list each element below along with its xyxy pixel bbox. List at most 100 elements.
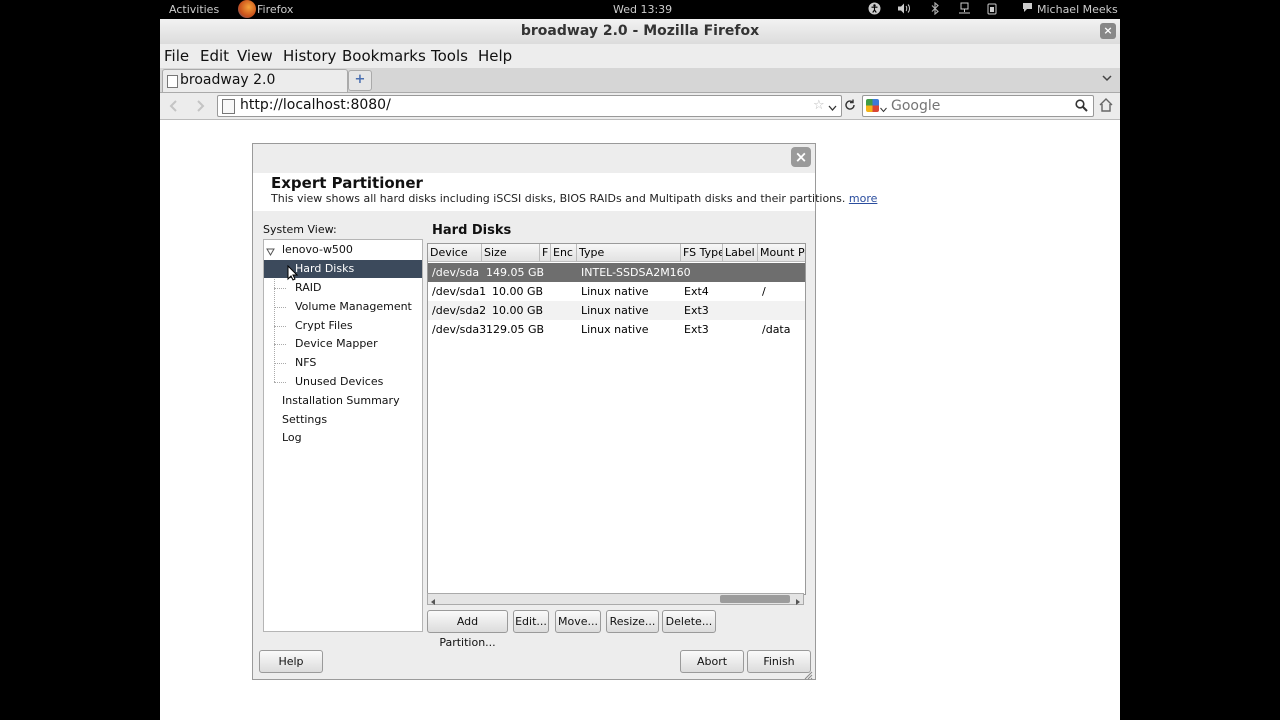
scrollbar-thumb[interactable] — [720, 595, 790, 603]
dialog-header: Expert Partitioner This view shows all h… — [253, 173, 877, 211]
cell-size: 129.05 GB — [486, 323, 545, 336]
partition-table[interactable]: Device Size F Enc Type FS Type Label Mou… — [427, 243, 806, 595]
search-input[interactable] — [889, 97, 1073, 115]
navigation-toolbar: http://localhost:8080/ ☆ — [160, 93, 1120, 120]
cell-size: 149.05 GB — [486, 266, 545, 279]
more-link[interactable]: more — [849, 192, 878, 205]
tree-item-log[interactable]: Log — [282, 431, 302, 444]
bookmark-star-icon[interactable]: ☆ — [813, 98, 825, 113]
table-row[interactable]: /dev/sda 149.05 GB INTEL-SSDSA2M160 — [428, 263, 805, 282]
section-title: Hard Disks — [432, 223, 512, 238]
add-partition-button[interactable]: Add Partition... — [427, 610, 508, 649]
clock[interactable]: Wed 13:39 — [613, 3, 672, 16]
window-titlebar[interactable]: broadway 2.0 - Mozilla Firefox × — [160, 19, 1120, 44]
accessibility-icon[interactable] — [868, 2, 881, 18]
menu-view[interactable]: View — [237, 47, 273, 65]
menu-file[interactable]: File — [164, 47, 189, 65]
tree-item-device-mapper[interactable]: Device Mapper — [295, 337, 378, 350]
table-row[interactable]: /dev/sda3 129.05 GB Linux native Ext3 /d… — [428, 320, 805, 339]
delete-button[interactable]: Delete... — [662, 610, 716, 633]
tree-item-raid[interactable]: RAID — [295, 281, 321, 294]
bluetooth-icon[interactable] — [930, 1, 940, 18]
tree-item-unused-devices[interactable]: Unused Devices — [295, 375, 383, 388]
column-header-mount-point[interactable]: Mount Po — [758, 244, 805, 262]
scroll-right-icon[interactable] — [794, 595, 802, 610]
edit-button[interactable]: Edit... — [513, 610, 549, 633]
url-bar[interactable]: http://localhost:8080/ ☆ — [217, 95, 842, 117]
page-content: × Expert Partitioner This view shows all… — [160, 120, 1120, 720]
activities-button[interactable]: Activities — [169, 3, 219, 16]
gnome-top-bar: Activities Firefox Wed 13:39 Michael Mee… — [0, 0, 1280, 19]
site-identity-icon[interactable] — [222, 99, 235, 114]
horizontal-scrollbar[interactable] — [427, 593, 804, 605]
url-dropdown-icon[interactable] — [828, 101, 837, 116]
back-icon[interactable] — [166, 98, 182, 118]
finish-button[interactable]: Finish — [747, 650, 811, 673]
menu-tools[interactable]: Tools — [431, 47, 468, 65]
home-icon[interactable] — [1098, 97, 1114, 117]
tab-bar: broadway 2.0 + — [160, 68, 1120, 93]
expert-partitioner-dialog: × Expert Partitioner This view shows all… — [252, 143, 877, 680]
tree-branch — [274, 382, 286, 383]
user-menu[interactable]: Michael Meeks — [1037, 3, 1118, 16]
tree-branch — [274, 344, 286, 345]
window-close-button[interactable]: × — [1100, 23, 1116, 39]
google-engine-icon[interactable] — [866, 99, 879, 112]
network-icon[interactable] — [958, 2, 971, 18]
new-tab-button[interactable]: + — [348, 70, 372, 91]
move-button[interactable]: Move... — [555, 610, 601, 633]
abort-button[interactable]: Abort — [680, 650, 744, 673]
tab-broadway[interactable]: broadway 2.0 — [162, 69, 348, 92]
tree-item-lenovo-w500[interactable]: lenovo-w500 — [282, 243, 353, 256]
firefox-window: broadway 2.0 - Mozilla Firefox × File Ed… — [160, 19, 1120, 720]
menu-bookmarks[interactable]: Bookmarks — [342, 47, 426, 65]
menu-history[interactable]: History — [283, 47, 336, 65]
list-tabs-icon[interactable] — [1102, 72, 1112, 87]
battery-icon[interactable] — [986, 2, 998, 18]
engine-dropdown-icon[interactable] — [880, 102, 887, 117]
page-icon — [167, 75, 178, 88]
tree-item-settings[interactable]: Settings — [282, 413, 327, 426]
resize-grip-icon[interactable] — [804, 669, 813, 684]
cell-mount-point: /data — [762, 323, 791, 336]
system-view-tree[interactable]: lenovo-w500 Hard Disks RAID Volume Manag… — [263, 239, 423, 632]
column-header-type[interactable]: Type — [577, 244, 681, 262]
table-row[interactable]: /dev/sda1 10.00 GB Linux native Ext4 / — [428, 282, 805, 301]
menu-help[interactable]: Help — [478, 47, 512, 65]
tab-label: broadway 2.0 — [180, 72, 276, 88]
dialog-description: This view shows all hard disks including… — [271, 192, 878, 205]
reload-icon[interactable] — [843, 98, 857, 116]
tree-expander-icon[interactable] — [266, 245, 275, 260]
search-bar[interactable] — [862, 95, 1094, 117]
scroll-left-icon[interactable] — [429, 595, 437, 610]
forward-icon[interactable] — [192, 98, 208, 118]
column-header-fs-type[interactable]: FS Type — [681, 244, 723, 262]
dialog-close-button[interactable]: × — [791, 147, 811, 167]
column-header-f[interactable]: F — [540, 244, 551, 262]
resize-button[interactable]: Resize... — [606, 610, 659, 633]
table-row[interactable]: /dev/sda2 10.00 GB Linux native Ext3 — [428, 301, 805, 320]
column-header-label[interactable]: Label — [723, 244, 758, 262]
column-header-enc[interactable]: Enc — [551, 244, 577, 262]
tree-item-volume-management[interactable]: Volume Management — [295, 300, 412, 313]
cell-size: 10.00 GB — [492, 285, 544, 298]
tree-guide-line — [274, 279, 276, 382]
menu-bar: File Edit View History Bookmarks Tools H… — [160, 44, 1120, 68]
cell-type: Linux native — [581, 304, 649, 317]
url-text[interactable]: http://localhost:8080/ — [240, 97, 391, 113]
search-icon[interactable] — [1075, 99, 1088, 116]
column-header-size[interactable]: Size — [482, 244, 540, 262]
tree-branch — [274, 363, 286, 364]
column-header-device[interactable]: Device — [428, 244, 482, 262]
tree-item-crypt-files[interactable]: Crypt Files — [295, 319, 353, 332]
volume-icon[interactable] — [897, 2, 911, 18]
tree-branch — [274, 307, 286, 308]
app-menu-label[interactable]: Firefox — [257, 3, 293, 16]
help-button[interactable]: Help — [259, 650, 323, 673]
tree-item-installation-summary[interactable]: Installation Summary — [282, 394, 400, 407]
window-title: broadway 2.0 - Mozilla Firefox — [520, 23, 760, 39]
tree-item-nfs[interactable]: NFS — [295, 356, 316, 369]
dialog-title: Expert Partitioner — [271, 174, 423, 192]
system-view-label: System View: — [263, 223, 337, 236]
menu-edit[interactable]: Edit — [200, 47, 229, 65]
